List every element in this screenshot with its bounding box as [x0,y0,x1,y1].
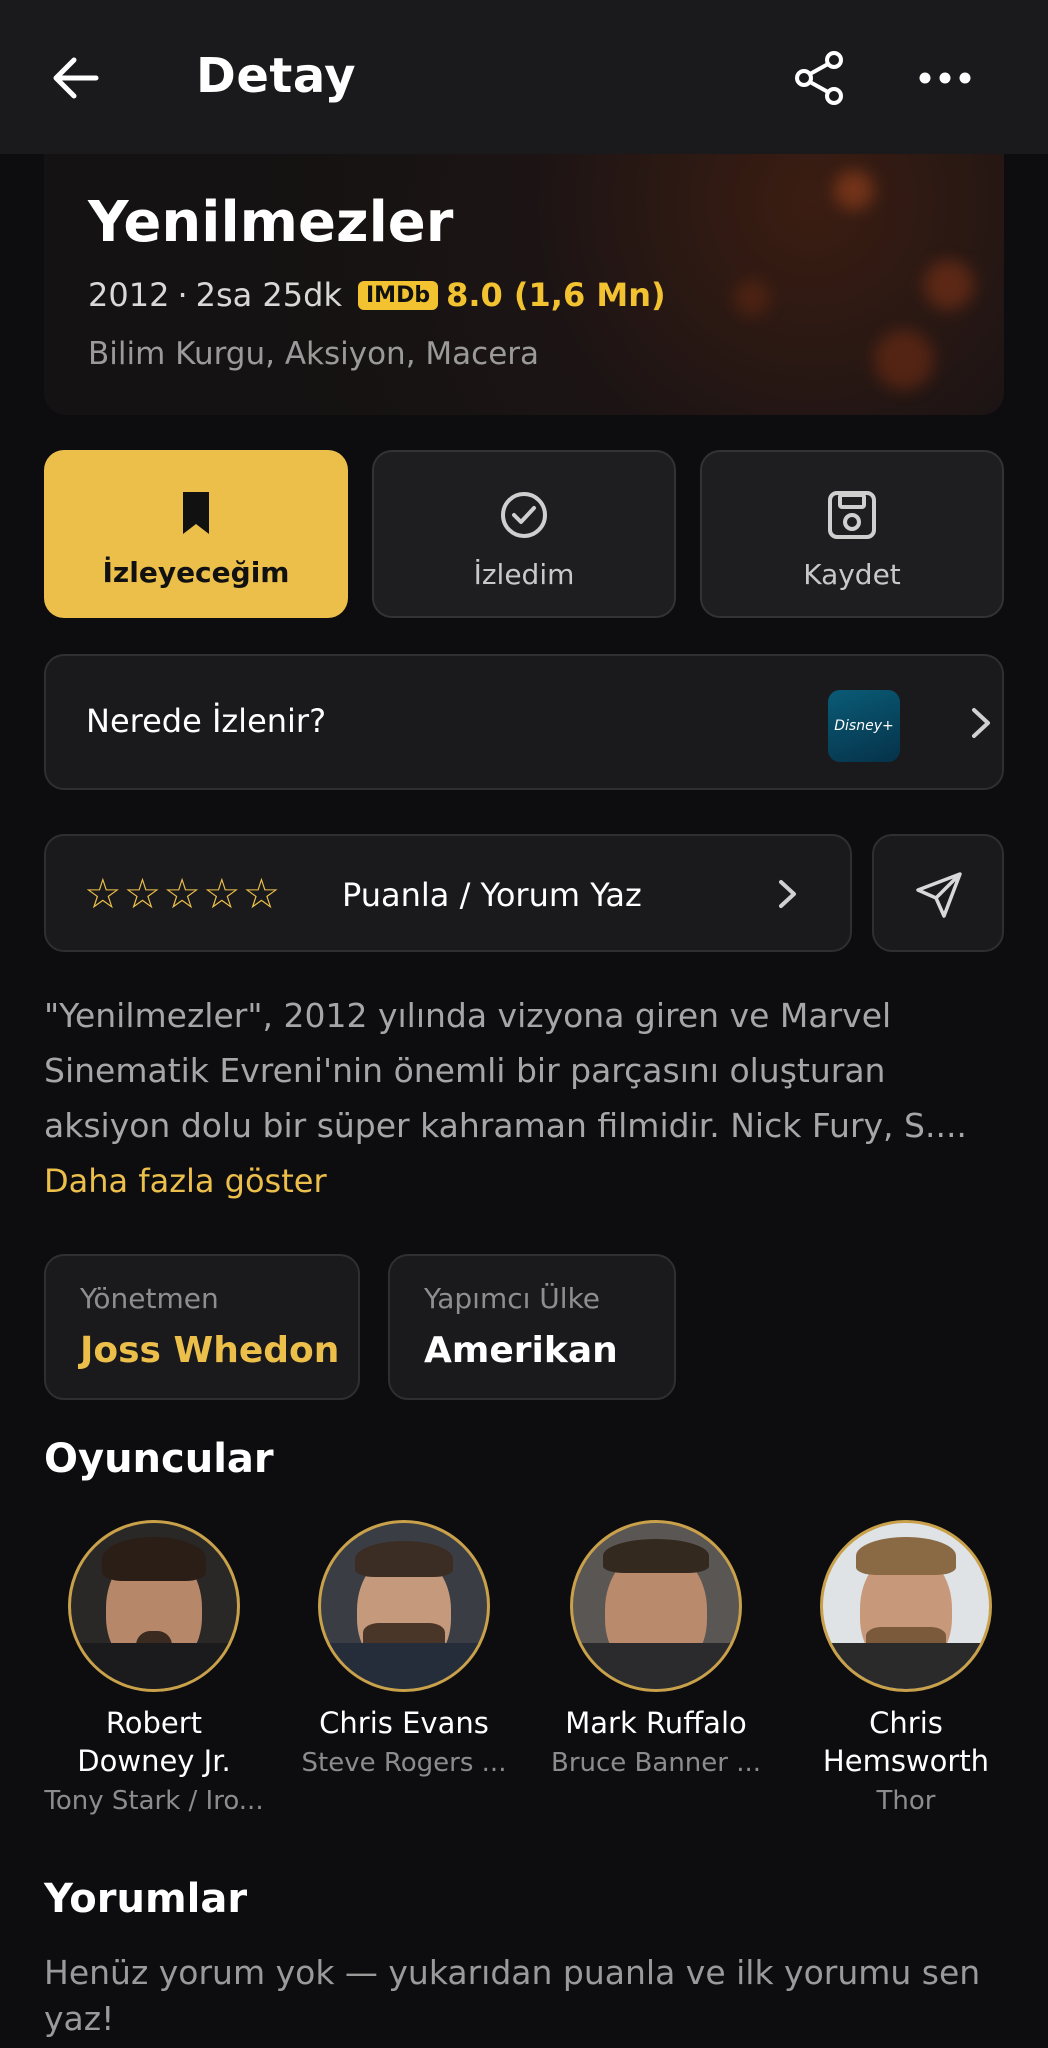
save-icon [828,491,876,539]
cast-member[interactable]: Robert Downey Jr. Tony Stark / Iro... [44,1520,264,1816]
cast-role: Bruce Banner ... [550,1748,762,1778]
bookmark-icon [183,492,209,534]
check-circle-icon [501,492,547,538]
backdrop-light [734,280,770,316]
movie-duration: 2sa 25dk [195,276,342,314]
avatar[interactable] [318,1520,490,1692]
country-card: Yapımcı Ülke Amerikan [388,1254,676,1400]
movie-description: "Yenilmezler", 2012 yılında vizyona gire… [44,996,967,1145]
cast-role: Thor [876,1786,936,1816]
top-bar: Detay [0,0,1048,154]
movie-year: 2012 [88,276,170,314]
page-title: Detay [196,48,357,104]
cast-name: Chris Hemsworth [822,1706,990,1778]
watched-label: İzledim [473,558,575,591]
cast-member[interactable]: Chris Hemsworth Thor [796,1520,1016,1816]
backdrop-light [874,330,934,390]
director-label: Yönetmen [80,1282,219,1315]
country-label: Yapımcı Ülke [424,1282,601,1315]
avatar[interactable] [68,1520,240,1692]
imdb-badge: IMDb [357,280,439,310]
show-more-link[interactable]: Daha fazla göster [44,1162,327,1200]
save-button[interactable]: Kaydet [700,450,1004,618]
save-label: Kaydet [803,558,901,591]
rate-review-label: Puanla / Yorum Yaz [342,876,642,914]
rate-review-button[interactable]: ☆☆☆☆☆ Puanla / Yorum Yaz [44,834,852,952]
backdrop-light [924,260,974,310]
send-button[interactable] [872,834,1004,952]
reviews-heading: Yorumlar [44,1876,248,1922]
cast-heading: Oyuncular [44,1436,274,1482]
movie-title: Yenilmezler [88,190,454,255]
movie-genres: Bilim Kurgu, Aksiyon, Macera [88,336,540,372]
cast-name: Chris Evans [319,1706,489,1740]
backdrop-light [834,170,874,210]
director-card[interactable]: Yönetmen Joss Whedon [44,1254,360,1400]
star-rating-icons[interactable]: ☆☆☆☆☆ [84,872,282,916]
watchlist-button[interactable]: İzleyeceğim [44,450,348,618]
cast-role: Tony Stark / Iro... [44,1786,264,1816]
share-icon[interactable] [790,48,850,108]
where-to-watch-row[interactable]: Nerede İzlenir? Disney+ [44,654,1004,790]
cast-member[interactable]: Chris Evans Steve Rogers ... [294,1520,514,1778]
movie-hero: Yenilmezler 2012 · 2sa 25dk IMDb 8.0 (1,… [44,130,1004,415]
avatar[interactable] [570,1520,742,1692]
watchlist-label: İzleyeceğim [102,556,290,589]
country-value: Amerikan [424,1330,618,1371]
disney-plus-logo: Disney+ [828,690,900,762]
provider-logo-text: Disney+ [834,718,894,734]
cast-role: Steve Rogers ... [301,1748,507,1778]
cast-name: Robert Downey Jr. [77,1706,231,1778]
cast-member[interactable]: Mark Ruffalo Bruce Banner ... [546,1520,766,1778]
director-name[interactable]: Joss Whedon [80,1330,339,1371]
imdb-score: 8.0 (1,6 Mn) [446,276,666,314]
cast-name: Mark Ruffalo [565,1706,747,1740]
reviews-empty-text: Henüz yorum yok — yukarıdan puanla ve il… [44,1953,981,2038]
chevron-right-icon [779,880,796,908]
meta-separator: · [177,276,188,314]
avatar[interactable] [820,1520,992,1692]
more-horizontal-icon[interactable] [910,48,980,108]
where-to-watch-label: Nerede İzlenir? [86,702,327,740]
watched-button[interactable]: İzledim [372,450,676,618]
chevron-right-icon [972,708,990,738]
movie-meta: 2012 · 2sa 25dk IMDb 8.0 (1,6 Mn) [88,276,666,314]
arrow-left-icon[interactable] [46,48,106,108]
send-icon [916,872,962,918]
